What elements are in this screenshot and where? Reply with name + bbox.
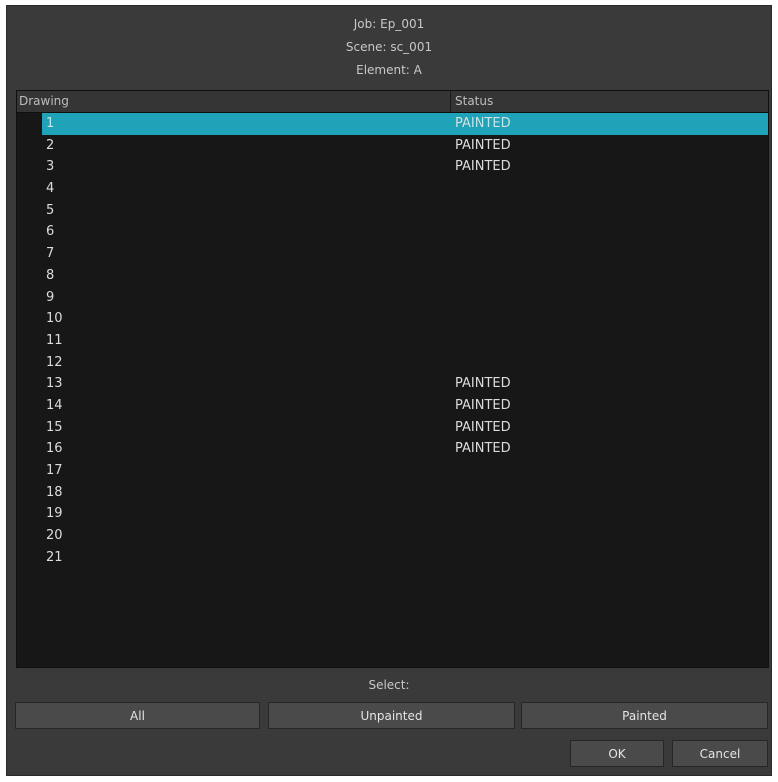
table-row[interactable]: 7	[17, 243, 768, 265]
drawing-cell: 13	[46, 376, 63, 392]
drawing-cell: 2	[46, 137, 55, 153]
ok-button[interactable]: OK	[570, 740, 664, 767]
element-label: Element: A	[356, 63, 422, 77]
drawing-cell: 19	[46, 506, 63, 522]
select-label: Select:	[368, 678, 410, 692]
drawing-cell: 21	[46, 549, 63, 565]
drawing-cell: 16	[46, 441, 63, 457]
status-cell: PAINTED	[455, 397, 511, 413]
table-row[interactable]: 1 PAINTED	[17, 113, 768, 135]
drawing-cell: 20	[46, 528, 63, 544]
status-cell: PAINTED	[455, 159, 511, 175]
cancel-button[interactable]: Cancel	[672, 740, 768, 767]
drawing-cell: 14	[46, 397, 63, 413]
table-row[interactable]: 20	[17, 525, 768, 547]
table-row[interactable]: 15 PAINTED	[17, 417, 768, 439]
table-row[interactable]: 11	[17, 330, 768, 352]
table-row[interactable]: 17	[17, 460, 768, 482]
status-cell: PAINTED	[455, 441, 511, 457]
table-rows: 1 PAINTED 2 PAINTED 3 PAINTED 4 5 6 7 8 9 10 11 12 13 PA…	[17, 113, 768, 568]
table-row[interactable]: 4	[17, 178, 768, 200]
table-row[interactable]: 13 PAINTED	[17, 373, 768, 395]
table-row[interactable]: 2 PAINTED	[17, 135, 768, 157]
select-all-button[interactable]: All	[15, 702, 260, 729]
drawing-cell: 4	[46, 181, 55, 197]
table-row[interactable]: 19	[17, 503, 768, 525]
drawing-cell: 7	[46, 246, 55, 262]
drawing-cell: 12	[46, 354, 63, 370]
select-unpainted-button[interactable]: Unpainted	[268, 702, 515, 729]
table-row[interactable]: 21	[17, 547, 768, 569]
drawing-cell: 17	[46, 463, 63, 478]
drawing-cell: 8	[46, 267, 55, 283]
dialog: Job: Ep_001 Scene: sc_001 Element: A Dra…	[6, 5, 772, 776]
drawing-cell: 10	[46, 311, 63, 327]
drawing-cell: 9	[46, 289, 55, 305]
drawing-cell: 3	[46, 159, 55, 175]
table-row[interactable]: 5	[17, 200, 768, 222]
status-cell: PAINTED	[455, 419, 511, 435]
table-row[interactable]: 12	[17, 352, 768, 374]
table-row[interactable]: 6	[17, 221, 768, 243]
selection-highlight	[42, 113, 768, 135]
column-header-drawing[interactable]: Drawing	[17, 91, 451, 112]
drawing-cell: 5	[46, 202, 55, 218]
table-row[interactable]: 18	[17, 482, 768, 504]
table-row[interactable]: 16 PAINTED	[17, 438, 768, 460]
drawing-cell: 15	[46, 419, 63, 435]
table-row[interactable]: 14 PAINTED	[17, 395, 768, 417]
scene-label: Scene: sc_001	[345, 40, 433, 54]
select-painted-button[interactable]: Painted	[521, 702, 768, 729]
job-label: Job: Ep_001	[353, 17, 425, 31]
table-row[interactable]: 3 PAINTED	[17, 156, 768, 178]
status-cell: PAINTED	[455, 137, 511, 153]
status-cell: PAINTED	[455, 376, 511, 392]
drawing-table[interactable]: Drawing Status 1 PAINTED 2 PAINTED 3 PAINTED 4…	[16, 90, 769, 668]
drawing-cell: 6	[46, 224, 55, 240]
drawing-cell: 18	[46, 484, 63, 500]
table-row[interactable]: 9	[17, 287, 768, 309]
status-cell: PAINTED	[455, 116, 511, 131]
column-header-status[interactable]: Status	[451, 91, 768, 112]
table-row[interactable]: 8	[17, 265, 768, 287]
drawing-cell: 1	[46, 116, 55, 131]
drawing-cell: 11	[46, 332, 63, 348]
table-header: Drawing Status	[17, 91, 768, 113]
table-row[interactable]: 10	[17, 308, 768, 330]
